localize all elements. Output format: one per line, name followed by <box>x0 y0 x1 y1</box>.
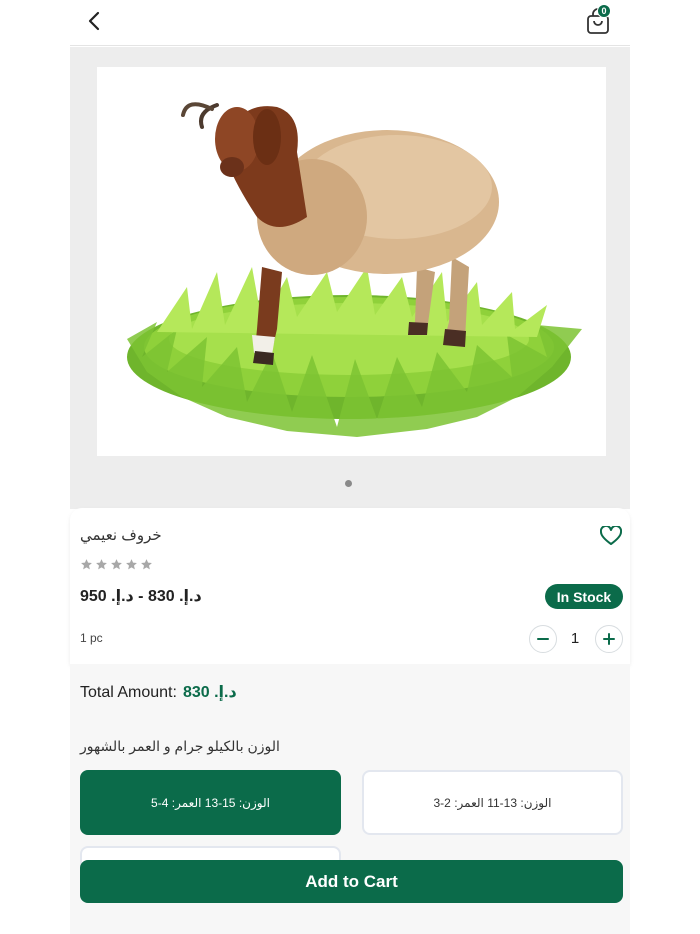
add-to-cart-button[interactable]: Add to Cart <box>80 860 623 903</box>
unit-label: 1 pc <box>80 631 103 645</box>
total-amount-row: Total Amount: د.إ. 830 <box>80 682 237 702</box>
variant-option-selected[interactable]: الوزن: 15-13 العمر: 4-5 <box>80 770 341 835</box>
product-info-card: خروف نعيمي د.إ. 830 - د.إ. 950 In Stock … <box>70 508 630 664</box>
cart-count-badge: 0 <box>597 4 611 18</box>
product-image[interactable] <box>97 67 606 456</box>
total-label: Total Amount: <box>80 684 177 701</box>
star-icon <box>96 559 107 570</box>
plus-icon <box>603 633 615 645</box>
star-icon <box>81 559 92 570</box>
top-bar: 0 <box>70 0 630 46</box>
favorite-button[interactable] <box>599 524 623 546</box>
gallery-page-indicator[interactable] <box>345 480 352 487</box>
product-name: خروف نعيمي <box>80 527 162 544</box>
product-gallery[interactable] <box>70 47 630 509</box>
star-icon <box>141 559 152 570</box>
quantity-value: 1 <box>570 630 580 647</box>
rating-stars <box>80 558 153 571</box>
star-icon <box>126 559 137 570</box>
price-range: د.إ. 830 - د.إ. 950 <box>80 588 202 605</box>
chevron-left-icon <box>88 11 100 31</box>
total-amount-value: د.إ. 830 <box>182 684 237 701</box>
minus-icon <box>537 638 549 640</box>
sheep-image <box>127 102 582 437</box>
stock-status-badge: In Stock <box>545 584 623 609</box>
variant-title: الوزن بالكيلو جرام و العمر بالشهور <box>80 738 280 754</box>
heart-icon <box>599 524 623 545</box>
quantity-increase-button[interactable] <box>595 625 623 653</box>
variant-option[interactable]: الوزن: 13-11 العمر: 2-3 <box>362 770 623 835</box>
back-button[interactable] <box>82 8 106 34</box>
variant-option-label: الوزن: 13-11 العمر: 2-3 <box>433 795 552 810</box>
variant-option-label: الوزن: 15-13 العمر: 4-5 <box>151 795 270 810</box>
star-icon <box>111 559 122 570</box>
options-section: Total Amount: د.إ. 830 الوزن بالكيلو جرام… <box>70 664 630 934</box>
quantity-decrease-button[interactable] <box>529 625 557 653</box>
